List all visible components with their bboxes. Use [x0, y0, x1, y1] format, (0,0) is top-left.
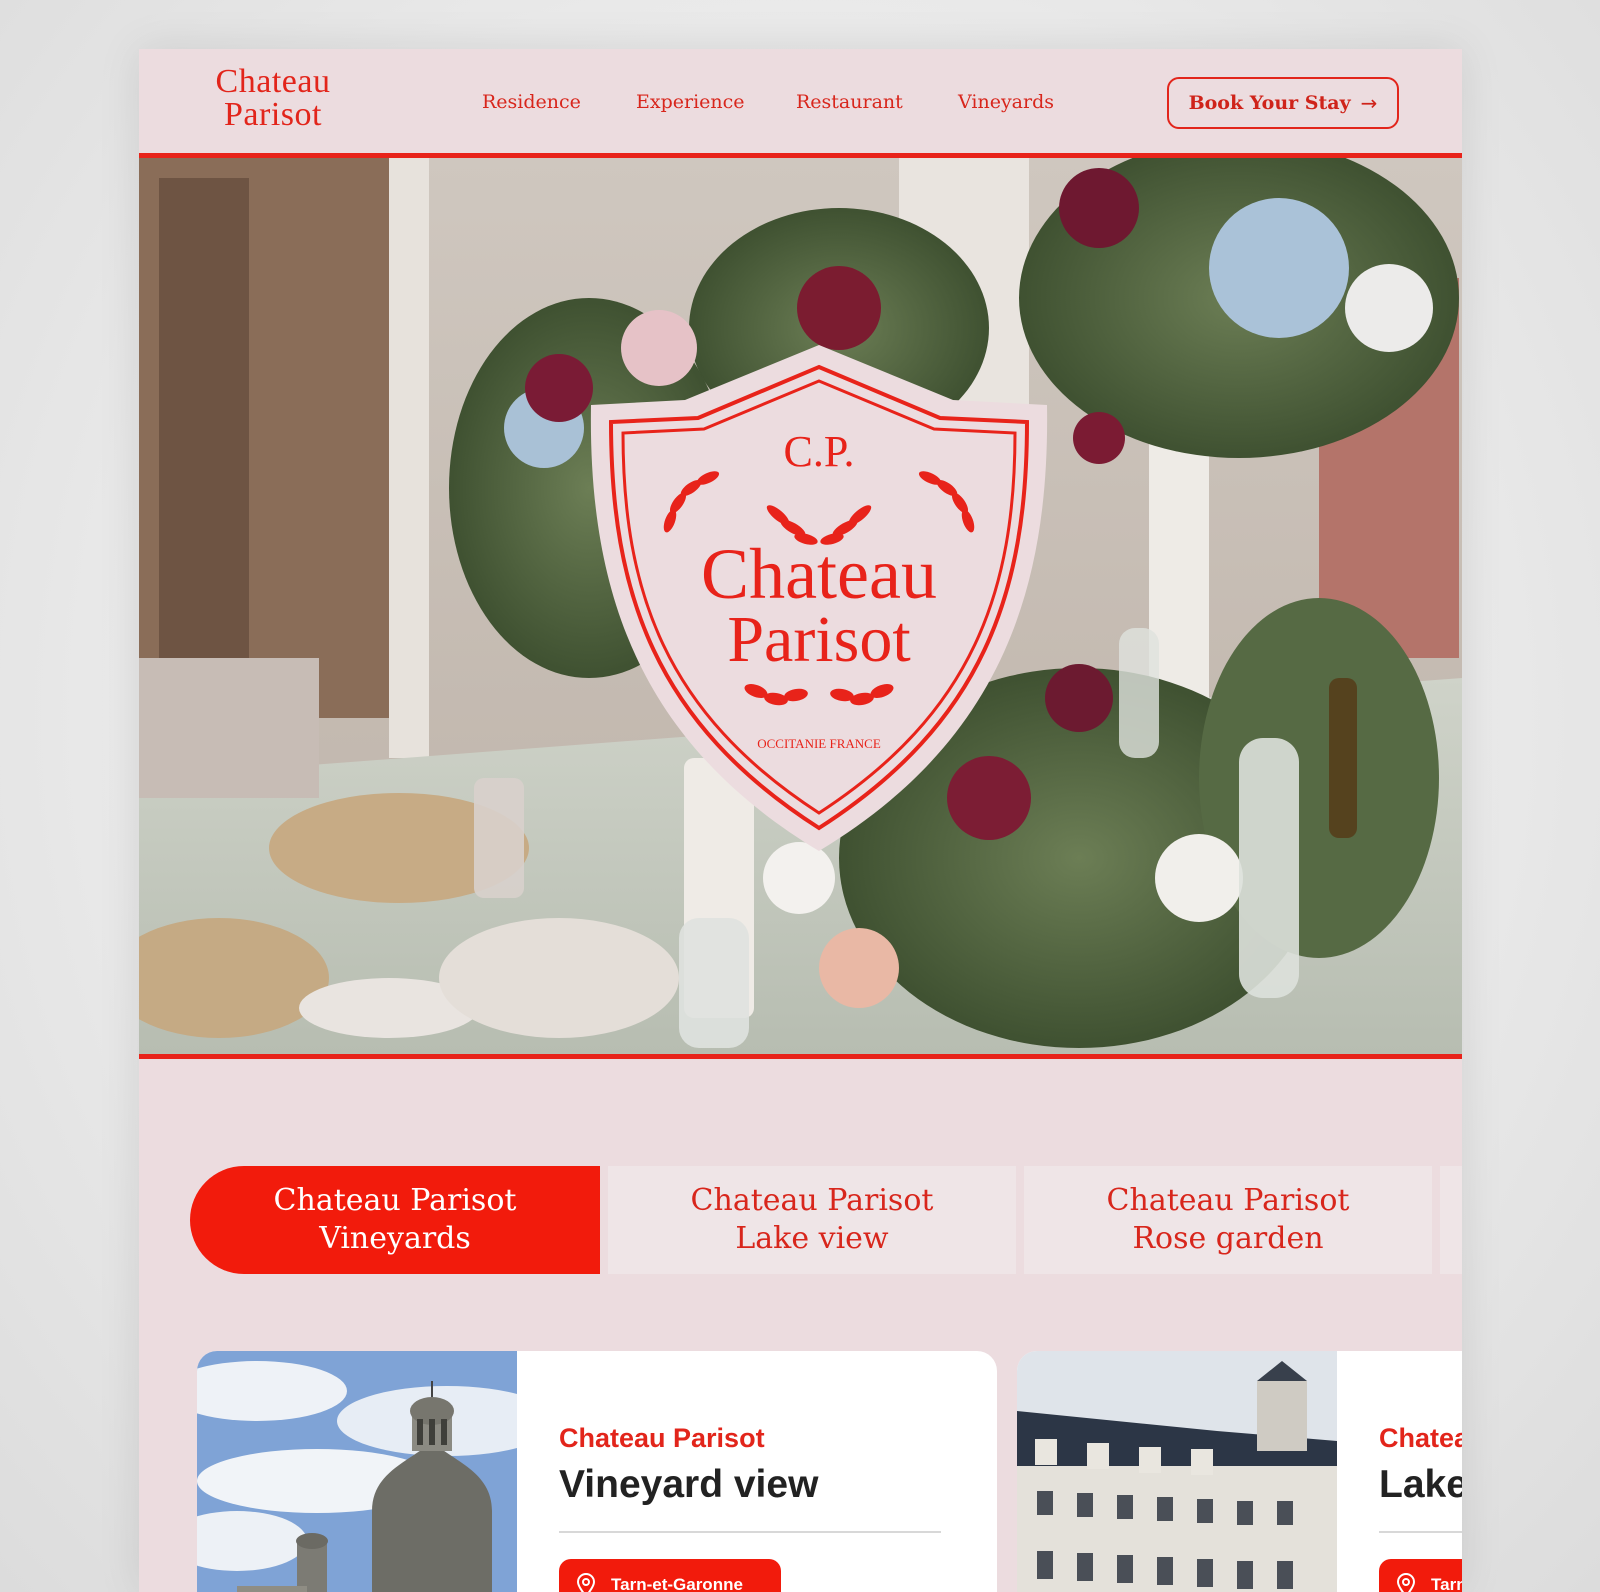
tab-lake-view[interactable]: Chateau Parisot Lake view: [608, 1166, 1016, 1274]
tab-lake-view-line-1: Chateau Parisot: [690, 1183, 934, 1218]
card-title: Lake view: [1379, 1463, 1462, 1506]
nav-restaurant[interactable]: Restaurant: [796, 91, 903, 113]
chateau-facade-image: [1017, 1351, 1337, 1592]
tab-rose-garden[interactable]: Chateau Parisot Rose garden: [1024, 1166, 1432, 1274]
property-tabs: Chateau Parisot Vineyards Chateau Pariso…: [190, 1166, 1462, 1274]
tab-lake-view-line-2: Lake view: [735, 1221, 889, 1256]
hero-section: C.P. Chateau Parisot OCCITANIE FRANCE: [139, 153, 1462, 1059]
nav-experience[interactable]: Experience: [636, 91, 745, 113]
tab-rose-garden-line-1: Chateau Parisot: [1106, 1183, 1350, 1218]
location-badge[interactable]: Tarn-et-Garonne: [559, 1559, 781, 1592]
site-header: Chateau Parisot Residence Experience Res…: [139, 49, 1462, 153]
chateau-tower-image: [197, 1351, 517, 1592]
chateau-crest-emblem: C.P. Chateau Parisot OCCITANIE FRANCE: [590, 345, 1048, 851]
nav-residence[interactable]: Residence: [482, 91, 581, 113]
tab-next-partial[interactable]: [1440, 1166, 1462, 1274]
location-label: Tarn-et-Garonne: [611, 1575, 743, 1592]
nav-vineyards[interactable]: Vineyards: [958, 91, 1054, 113]
page-frame: Chateau Parisot Residence Experience Res…: [139, 49, 1462, 1592]
tab-vineyards[interactable]: Chateau Parisot Vineyards: [190, 1166, 600, 1274]
tab-vineyards-line-2: Vineyards: [319, 1221, 471, 1256]
map-pin-icon: [1396, 1573, 1416, 1592]
listing-card-vineyard[interactable]: Chateau Parisot Vineyard view Tarn-et-Ga…: [197, 1351, 997, 1592]
listing-card-lake[interactable]: Chateau Parisot Lake view Tarn-et-Garonn…: [1017, 1351, 1462, 1592]
crest-region: OCCITANIE FRANCE: [757, 736, 881, 751]
card-title: Vineyard view: [559, 1463, 819, 1506]
tab-rose-garden-line-2: Rose garden: [1132, 1221, 1324, 1256]
card-divider: [1379, 1531, 1462, 1533]
site-logo[interactable]: Chateau Parisot: [203, 63, 343, 133]
card-eyebrow: Chateau Parisot: [559, 1423, 765, 1453]
crest-line-2: Parisot: [727, 603, 910, 676]
book-button-label: Book Your Stay: [1188, 92, 1351, 114]
arrow-right-icon: →: [1360, 91, 1378, 115]
card-eyebrow: Chateau Parisot: [1379, 1423, 1462, 1453]
book-your-stay-button[interactable]: Book Your Stay →: [1167, 77, 1399, 129]
tab-vineyards-line-1: Chateau Parisot: [273, 1183, 517, 1218]
card-divider: [559, 1531, 941, 1533]
map-pin-icon: [576, 1573, 596, 1592]
crest-monogram: C.P.: [784, 427, 855, 476]
logo-line-2: Parisot: [224, 96, 322, 133]
location-badge[interactable]: Tarn-et-Garonne: [1379, 1559, 1462, 1592]
crest-line-1: Chateau: [701, 534, 937, 614]
logo-line-1: Chateau: [215, 63, 331, 100]
location-label: Tarn-et-Garonne: [1431, 1575, 1462, 1592]
